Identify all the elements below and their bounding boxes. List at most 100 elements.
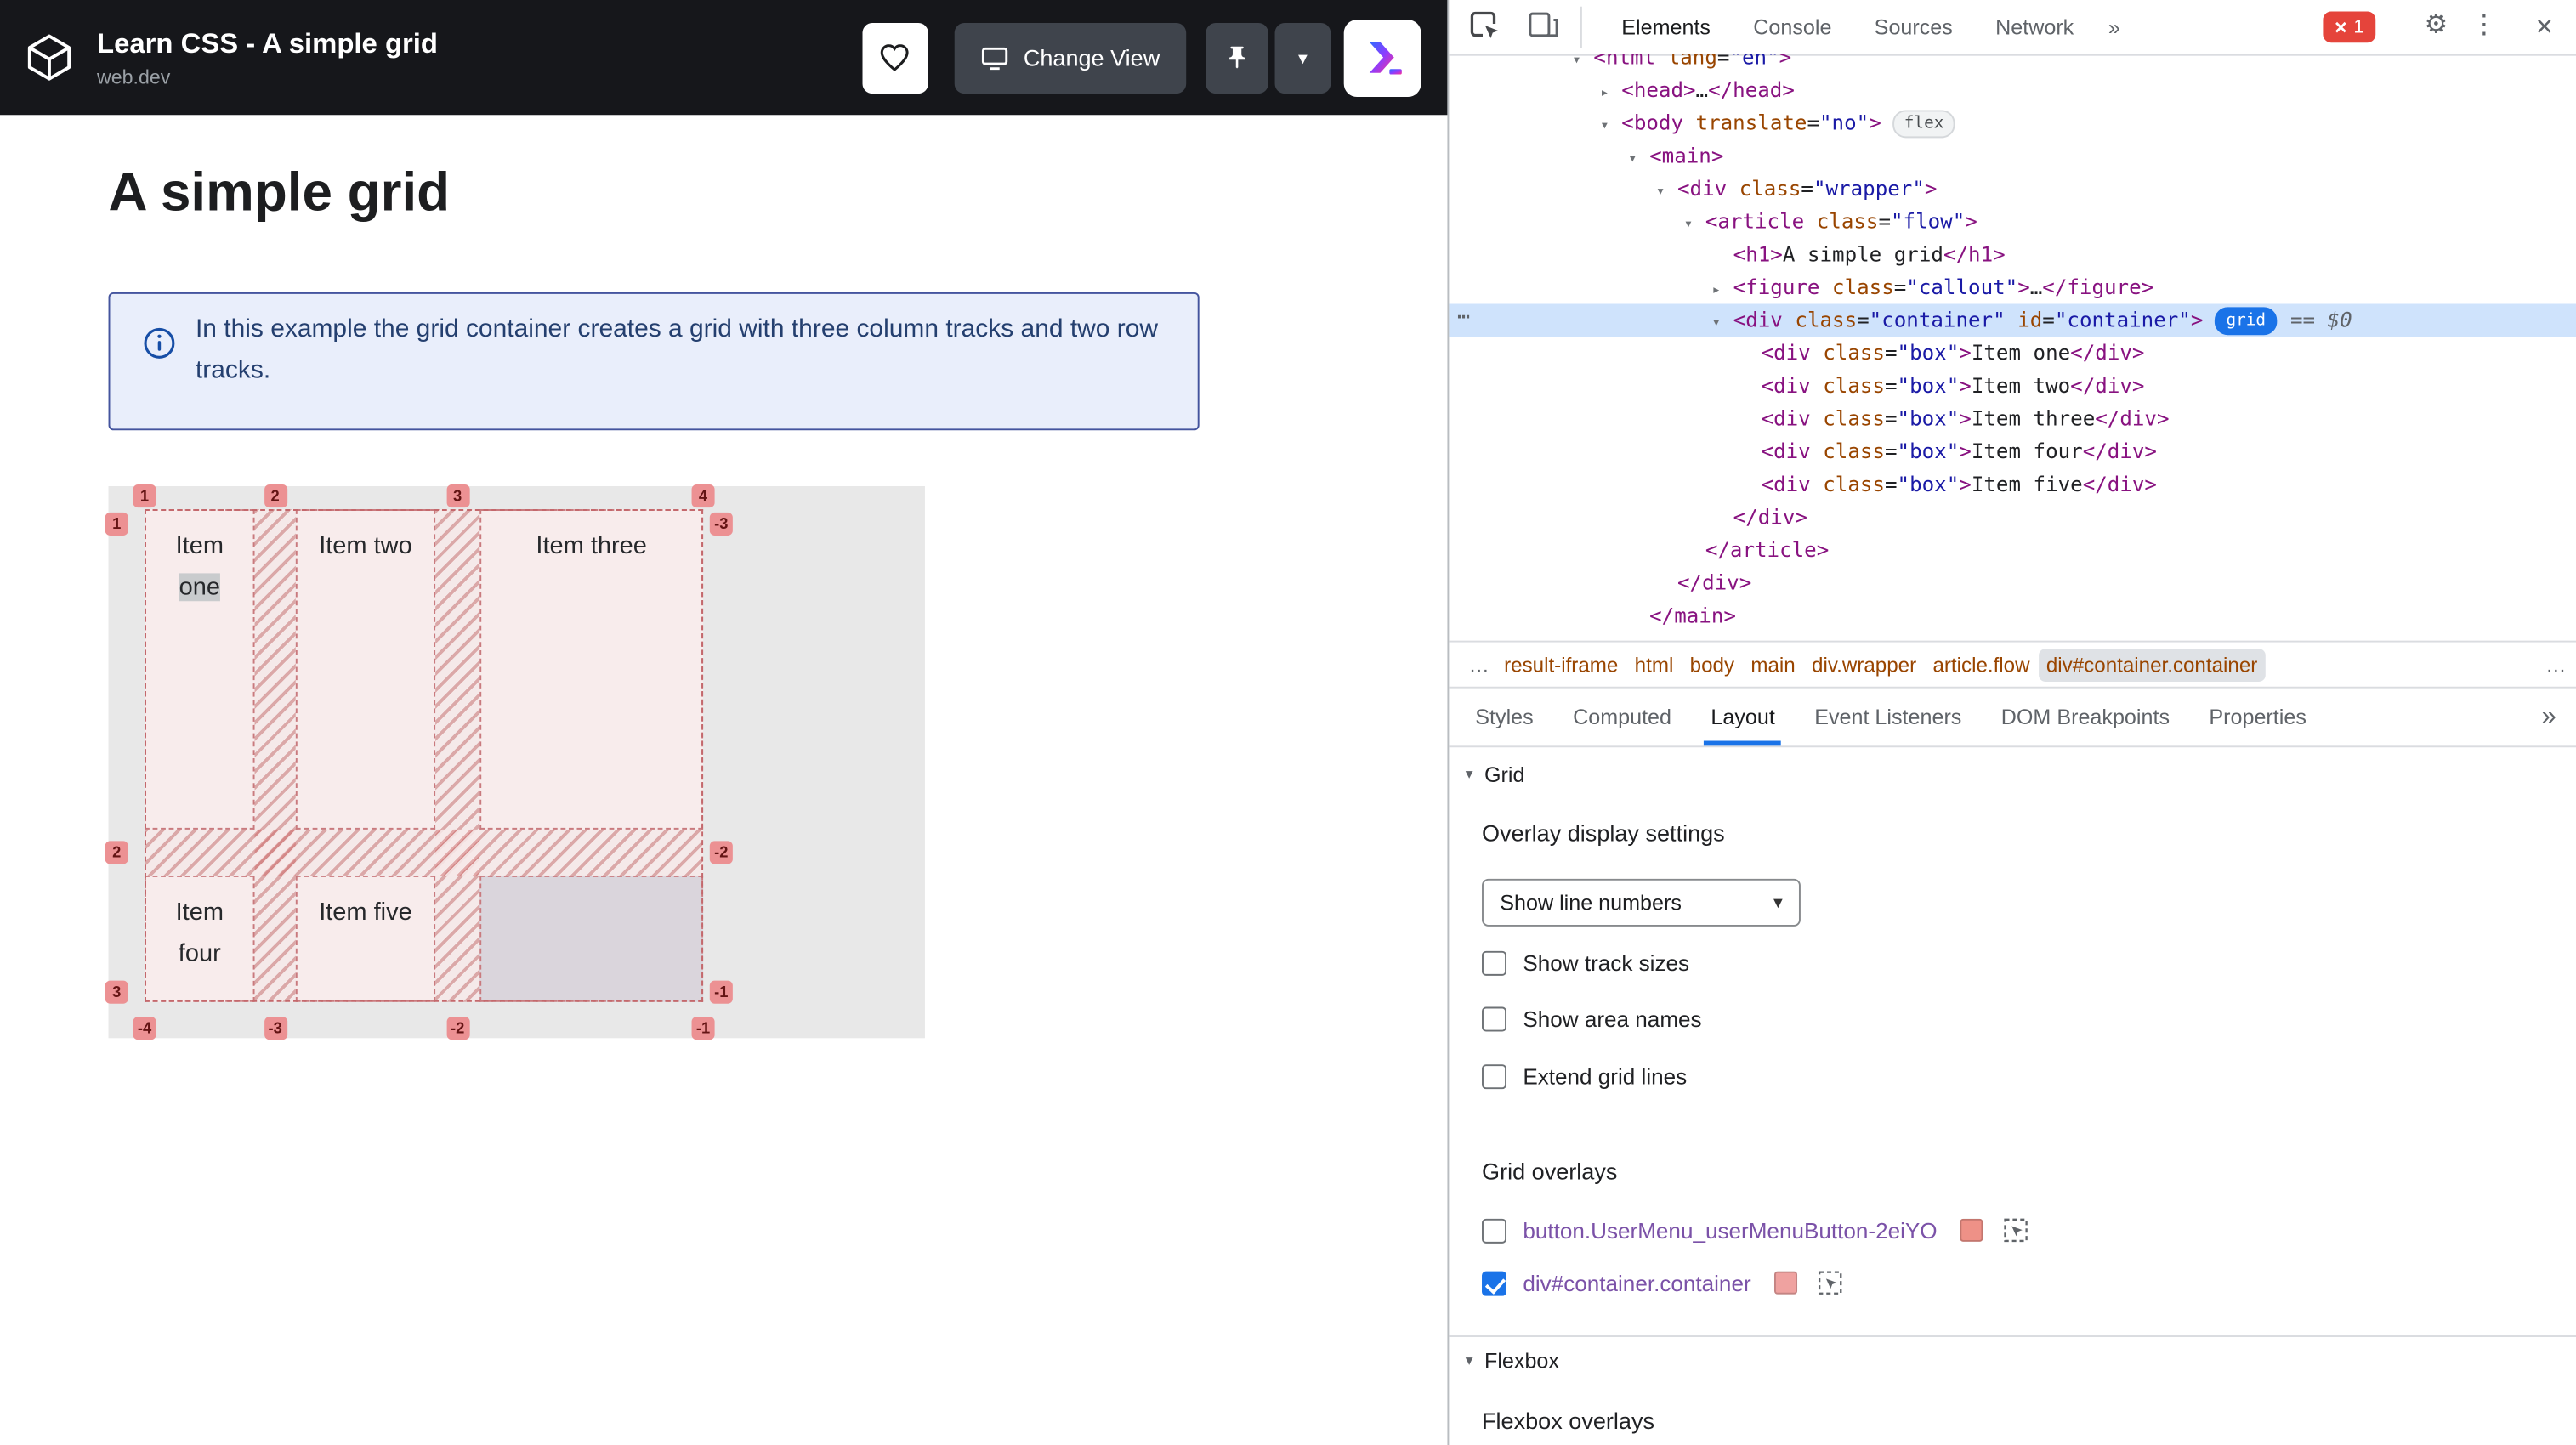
breadcrumb-item[interactable]: result-iframe — [1495, 648, 1626, 681]
change-view-button[interactable]: Change View — [954, 22, 1187, 94]
overlay-color-swatch[interactable] — [1773, 1271, 1797, 1295]
breadcrumb-item[interactable]: html — [1626, 648, 1682, 681]
flex-badge[interactable]: flex — [1892, 110, 1955, 139]
line-numbers-select[interactable]: Show line numbers ▾ — [1482, 878, 1801, 926]
tree-node[interactable]: <div class="box">Item two</div> — [1449, 370, 2576, 403]
tree-node[interactable]: <div class="box">Item one</div> — [1449, 337, 2576, 370]
checkbox[interactable] — [1482, 1217, 1507, 1243]
settings-gear-icon[interactable]: ⚙ — [2425, 7, 2448, 46]
tree-node[interactable]: ▸ <head>…</head> — [1449, 74, 2576, 107]
tree-node[interactable]: ⋯ ▾ <div class="container" id="container">… — [1449, 303, 2576, 337]
select-element-icon[interactable] — [2003, 1217, 2029, 1244]
code-token: = — [1884, 471, 1898, 496]
overlay-row[interactable]: button.UserMenu_userMenuButton-2eiYO — [1482, 1217, 2029, 1244]
code-token: class — [1727, 175, 1801, 201]
tree-node[interactable]: ▾ <article class="flow"> — [1449, 206, 2576, 239]
breadcrumb-item[interactable]: div#container.container — [2038, 648, 2266, 681]
overlay-element-label: button.UserMenu_userMenuButton-2eiYO — [1523, 1217, 1938, 1243]
code-token: "box" — [1897, 340, 1960, 365]
tree-node[interactable]: ▾ <body translate="no"> flex — [1449, 107, 2576, 140]
close-devtools-icon[interactable]: × — [2536, 7, 2553, 46]
code-token: > — [1959, 405, 1972, 431]
tree-node[interactable]: ▸ <figure class="callout">…</figure> — [1449, 271, 2576, 304]
option-row[interactable]: Show track sizes — [1482, 950, 1689, 976]
devtools-tab-sources[interactable]: Sources — [1853, 0, 1974, 54]
error-counter-badge[interactable]: × 1 — [2323, 11, 2376, 43]
tree-node[interactable]: ▾ <html lang="en"> — [1449, 54, 2576, 74]
tree-node[interactable]: </article> — [1449, 534, 2576, 567]
inspect-element-icon[interactable] — [1469, 10, 1502, 43]
checkbox[interactable] — [1482, 1064, 1507, 1090]
select-element-icon[interactable] — [1817, 1270, 1843, 1296]
code-token: > — [1959, 438, 1972, 463]
breadcrumb-item[interactable]: div.wrapper — [1803, 648, 1924, 681]
like-button[interactable] — [862, 22, 928, 94]
code-token: class — [1810, 372, 1885, 398]
more-tabs-button[interactable]: » — [2095, 0, 2133, 54]
checkbox[interactable] — [1482, 950, 1507, 976]
tree-node[interactable]: <div class="box">Item five</div> — [1449, 468, 2576, 502]
breadcrumb-item[interactable]: main — [1743, 648, 1804, 681]
sidebar-tab-computed[interactable]: Computed — [1553, 688, 1691, 746]
code-token: Item three — [1971, 405, 2096, 431]
expand-arrow-open-icon[interactable]: ▾ — [1600, 110, 1621, 143]
devtools-tab-console[interactable]: Console — [1732, 0, 1853, 54]
checkbox[interactable] — [1482, 1270, 1507, 1295]
embed-header: Learn CSS - A simple grid web.dev Change… — [0, 0, 1448, 116]
expand-arrow-closed-icon[interactable]: ▸ — [1600, 77, 1621, 110]
overlay-color-swatch[interactable] — [1960, 1218, 1983, 1242]
sidebar-tab-dom-breakpoints[interactable]: DOM Breakpoints — [1982, 688, 2190, 746]
code-token: class — [1810, 340, 1885, 365]
sidebar-tab-styles[interactable]: Styles — [1455, 688, 1553, 746]
expand-arrow-closed-icon[interactable]: ▸ — [1712, 275, 1733, 308]
option-row[interactable]: Show area names — [1482, 1006, 1702, 1032]
grid-badge[interactable]: grid — [2214, 307, 2278, 336]
tree-node[interactable]: <div class="box">Item three</div> — [1449, 402, 2576, 435]
node-menu-dots-icon[interactable]: ⋯ — [1457, 303, 1472, 336]
tree-node[interactable]: ▾ <div class="wrapper"> — [1449, 173, 2576, 206]
triangle-down-icon: ▾ — [1465, 764, 1473, 781]
sidebar-tab-properties[interactable]: Properties — [2189, 688, 2326, 746]
code-token: = — [1884, 340, 1898, 365]
tree-node[interactable]: </main> — [1449, 599, 2576, 632]
devtools-tab-elements[interactable]: Elements — [1600, 0, 1732, 54]
code-token: "container" — [1869, 307, 2006, 332]
sidebar-tab-event-listeners[interactable]: Event Listeners — [1795, 688, 1982, 746]
breadcrumb-item[interactable]: article.flow — [1925, 648, 2038, 681]
glitch-logo-button[interactable] — [1343, 19, 1421, 97]
kebab-menu-icon[interactable]: ⋮ — [2471, 7, 2497, 46]
tree-node[interactable]: <div class="box">Item four</div> — [1449, 435, 2576, 468]
expand-arrow-open-icon[interactable]: ▾ — [1628, 143, 1649, 176]
header-actions: Change View ▾ — [862, 0, 1421, 115]
expand-arrow-open-icon[interactable]: ▾ — [1656, 176, 1677, 209]
code-token: = — [1884, 372, 1898, 398]
line-numbers-select-value: Show line numbers — [1500, 890, 1682, 915]
pin-menu-button[interactable]: ▾ — [1274, 22, 1331, 94]
grid-section-header[interactable]: ▾ Grid — [1449, 751, 2576, 796]
code-token: id — [2005, 307, 2043, 332]
flexbox-section-header[interactable]: ▾ Flexbox — [1449, 1335, 2576, 1383]
breadcrumb-item[interactable]: body — [1682, 648, 1743, 681]
expand-arrow-open-icon[interactable]: ▾ — [1684, 208, 1705, 241]
grid-line-number: -2 — [445, 1017, 469, 1040]
code-token: = — [1884, 405, 1898, 431]
tree-node[interactable]: <h1>A simple grid</h1> — [1449, 238, 2576, 271]
device-toolbar-icon[interactable] — [1528, 10, 1559, 40]
breadcrumb-overflow-left[interactable]: … — [1462, 653, 1496, 676]
code-token: lang — [1655, 54, 1717, 70]
expand-arrow-open-icon[interactable]: ▾ — [1712, 307, 1733, 340]
sidebar-more-tabs-button[interactable]: » — [2522, 688, 2576, 746]
devtools-tab-network[interactable]: Network — [1974, 0, 2095, 54]
checkbox[interactable] — [1482, 1006, 1507, 1032]
tree-node[interactable]: ▾ <main> — [1449, 139, 2576, 173]
sidebar-tab-layout[interactable]: Layout — [1691, 688, 1795, 746]
tree-node[interactable]: </div> — [1449, 501, 2576, 534]
code-token: class — [1810, 405, 1885, 431]
pin-button[interactable] — [1206, 22, 1268, 94]
tree-node[interactable]: </div> — [1449, 567, 2576, 600]
breadcrumb-overflow-right[interactable]: … — [2545, 653, 2566, 676]
screenshot-root: Learn CSS - A simple grid web.dev Change… — [0, 0, 2576, 1445]
grid-line-number: 2 — [264, 484, 287, 508]
overlay-row[interactable]: div#container.container — [1482, 1270, 1843, 1296]
option-row[interactable]: Extend grid lines — [1482, 1064, 1687, 1090]
